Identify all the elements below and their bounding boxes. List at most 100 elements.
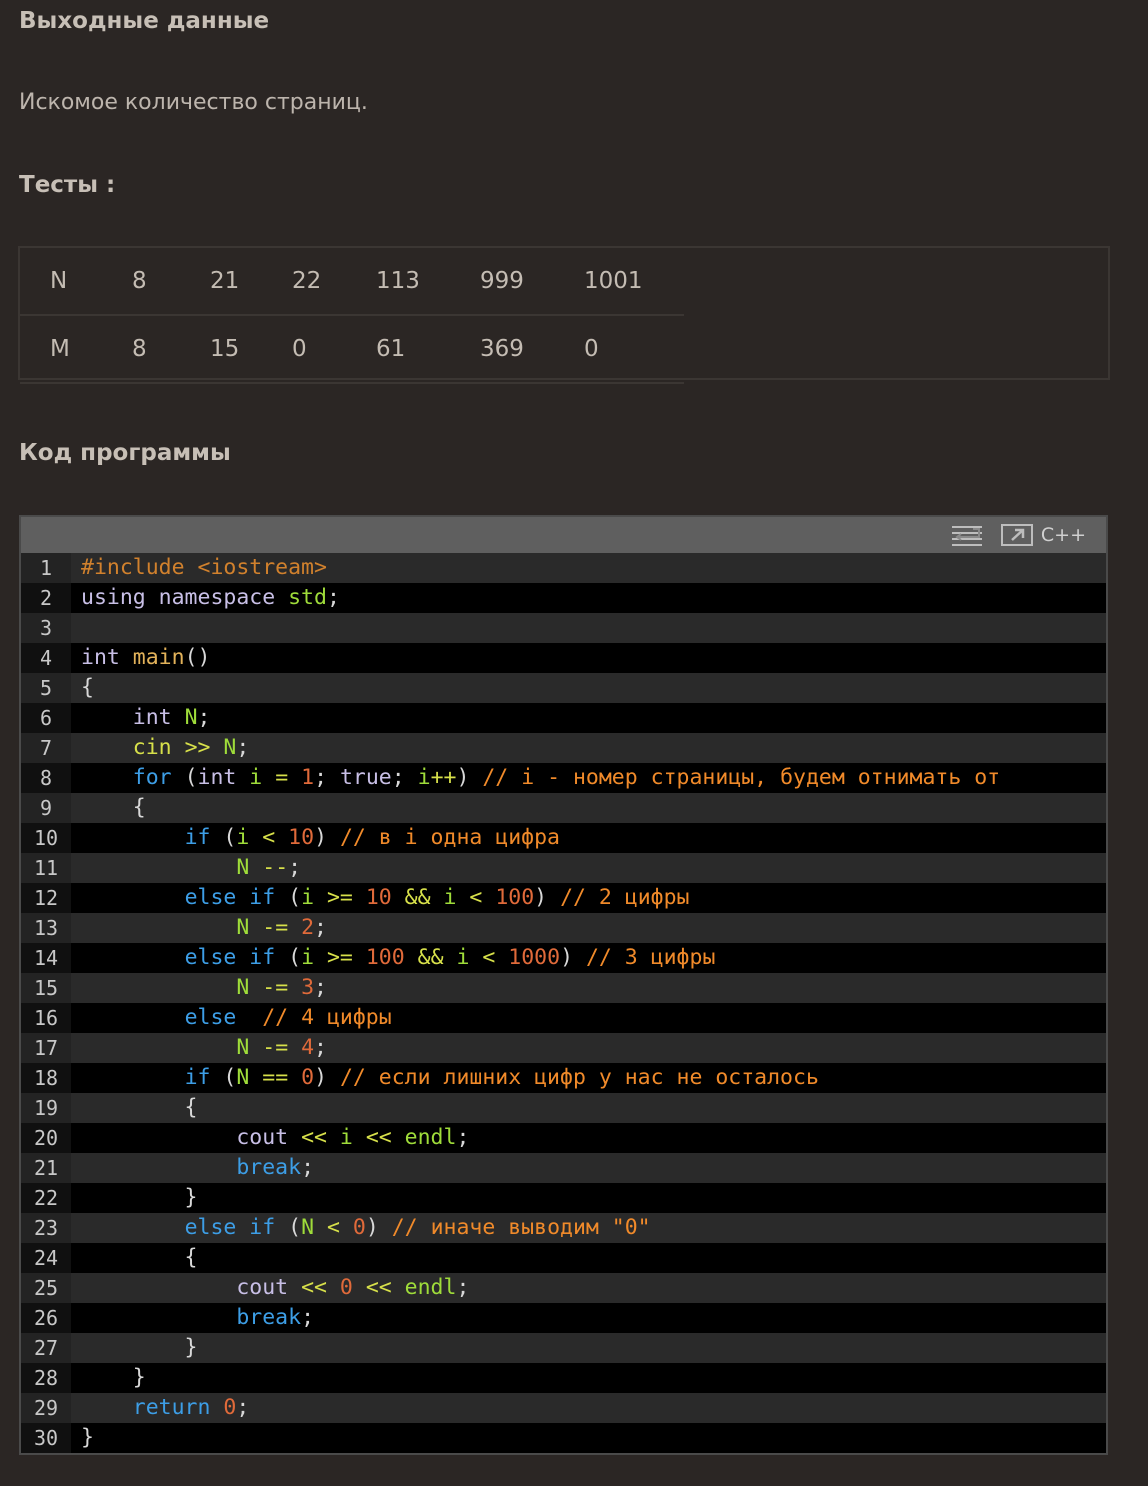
code-text: { xyxy=(71,1093,1106,1123)
code-text: N -= 3; xyxy=(71,973,1106,1003)
code-text: int main() xyxy=(71,643,1106,673)
table-cell: N xyxy=(50,268,68,294)
code-text: { xyxy=(71,793,1106,823)
code-token: true xyxy=(339,765,392,790)
line-number: 16 xyxy=(21,1003,71,1033)
code-token: ) xyxy=(560,945,586,970)
line-number: 12 xyxy=(21,883,71,913)
code-token: N xyxy=(236,915,250,940)
code-token: i xyxy=(339,1125,353,1150)
code-line: 9 { xyxy=(21,793,1106,823)
code-token: 1000 xyxy=(508,945,561,970)
line-number: 30 xyxy=(21,1423,71,1453)
code-text: { xyxy=(71,673,1106,703)
code-token: else if xyxy=(184,945,289,970)
code-token: main xyxy=(132,645,185,670)
code-token: << xyxy=(301,1125,327,1150)
code-token: >= xyxy=(326,945,353,970)
code-token: i xyxy=(456,945,470,970)
table-cell: 8 xyxy=(132,268,147,294)
code-line: 2 using namespace std; xyxy=(21,583,1106,613)
code-token: 10 xyxy=(288,825,315,850)
code-line: 24 { xyxy=(21,1243,1106,1273)
line-number: 3 xyxy=(21,613,71,643)
code-token: } xyxy=(81,1365,146,1390)
line-number: 5 xyxy=(21,673,71,703)
code-line: 15 N -= 3; xyxy=(21,973,1106,1003)
code-token: // иначе выводим xyxy=(391,1215,612,1240)
table-cell: 0 xyxy=(292,314,376,384)
code-token: -= xyxy=(262,1035,289,1060)
table-row: M 8 15 0 61 369 0 xyxy=(20,314,684,384)
code-token: 0 xyxy=(352,1215,366,1240)
code-token: int xyxy=(132,705,185,730)
code-token: // 3 цифры xyxy=(585,945,716,970)
code-token: ( xyxy=(184,765,198,790)
line-number: 29 xyxy=(21,1393,71,1423)
code-token: N xyxy=(223,735,237,760)
code-token: i xyxy=(236,825,250,850)
wrap-lines-icon[interactable] xyxy=(949,517,985,553)
code-text: { xyxy=(71,1243,1106,1273)
code-token: { xyxy=(81,1245,198,1270)
open-external-icon[interactable] xyxy=(999,517,1035,553)
table-cell: 8 xyxy=(132,314,210,384)
table-cell: 1001 xyxy=(584,268,643,294)
code-token: 3 xyxy=(301,975,315,1000)
code-line: 16 else // 4 цифры xyxy=(21,1003,1106,1033)
code-token: ++ xyxy=(430,765,457,790)
code-token: i xyxy=(301,945,315,970)
code-token: { xyxy=(81,795,146,820)
table-cell: 21 xyxy=(210,268,240,294)
code-text: int N; xyxy=(71,703,1106,733)
language-label: C++ xyxy=(1040,524,1086,546)
code-token: ; xyxy=(314,975,327,1000)
code-line: 26 break; xyxy=(21,1303,1106,1333)
line-number: 1 xyxy=(21,553,71,583)
line-number: 18 xyxy=(21,1063,71,1093)
code-token: ; xyxy=(236,735,250,760)
line-number: 15 xyxy=(21,973,71,1003)
code-text: N -= 2; xyxy=(71,913,1106,943)
code-token: -= xyxy=(262,975,289,1000)
code-line: 23 else if (N < 0) // иначе выводим "0" xyxy=(21,1213,1106,1243)
code-token: 4 xyxy=(301,1035,315,1060)
code-line: 28 } xyxy=(21,1363,1106,1393)
code-token: && xyxy=(404,885,431,910)
code-token: () xyxy=(184,645,211,670)
line-number: 2 xyxy=(21,583,71,613)
code-token: } xyxy=(81,1335,198,1360)
code-line: 22 } xyxy=(21,1183,1106,1213)
code-token: ) xyxy=(534,885,561,910)
code-line: 14 else if (i >= 100 && i < 1000) // 3 ц… xyxy=(21,943,1106,973)
table-cell: 22 xyxy=(292,268,322,294)
line-number: 13 xyxy=(21,913,71,943)
code-text: break; xyxy=(71,1153,1106,1183)
code-toolbar: C++ xyxy=(21,517,1106,553)
code-text: #include <iostream> xyxy=(71,553,1106,583)
code-text: } xyxy=(71,1333,1106,1363)
code-text: cout << 0 << endl; xyxy=(71,1273,1106,1303)
code-token: { xyxy=(81,675,94,700)
code-token: << xyxy=(301,1275,327,1300)
